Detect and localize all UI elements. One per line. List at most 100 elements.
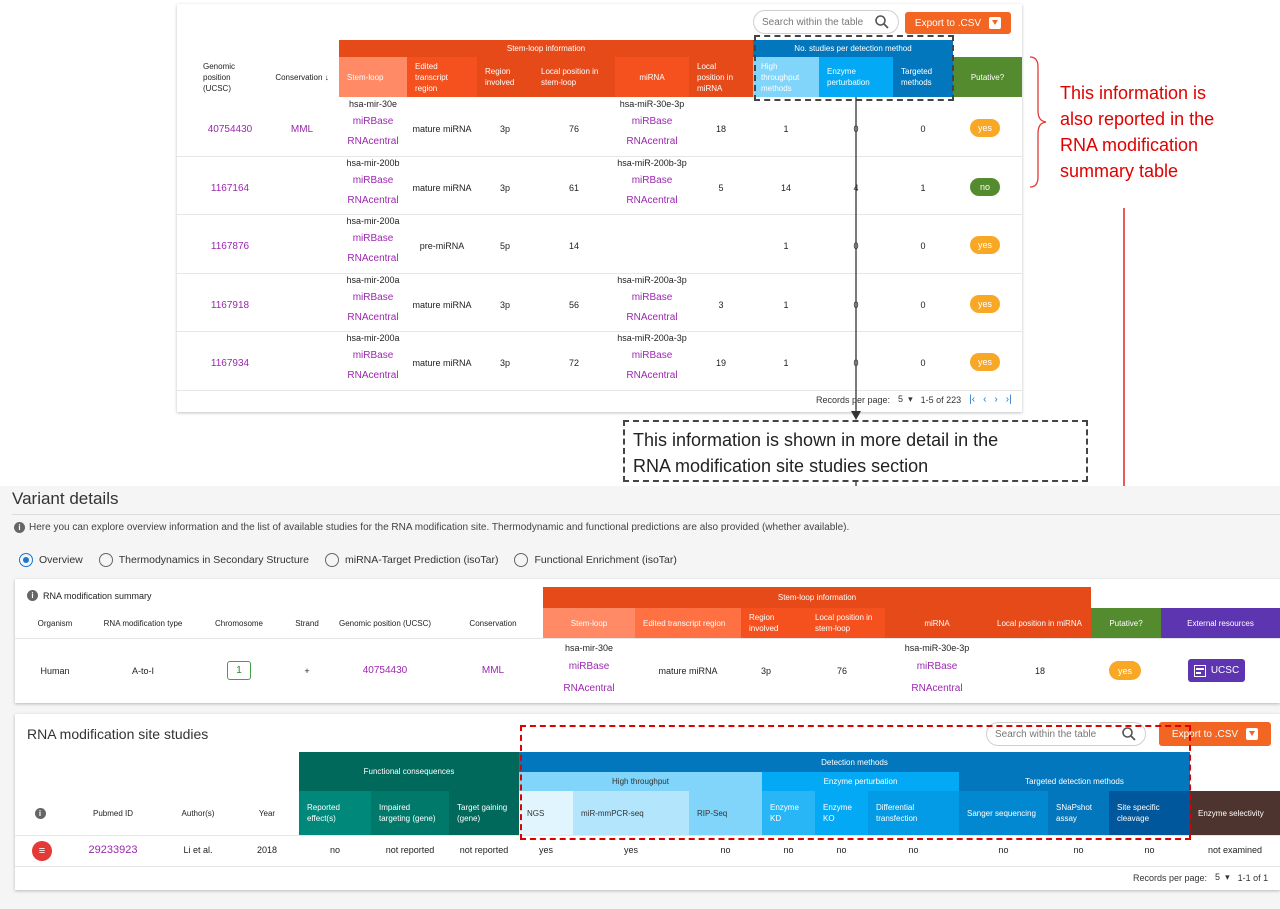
study-authors: Li et al.	[183, 845, 213, 855]
summary-mirna-mirbase-link[interactable]: miRBase	[885, 661, 989, 672]
summary-col-putative: Putative?	[1091, 608, 1161, 638]
last-page-icon[interactable]: ›|	[1006, 394, 1012, 405]
ucsc-button[interactable]: UCSC	[1188, 659, 1245, 682]
row-5-mirna-mirbase-link[interactable]: miRBase	[615, 350, 689, 361]
summary-genomic-link[interactable]: 40754430	[327, 665, 443, 676]
row-divider	[177, 214, 1022, 215]
col-local-position-mirna[interactable]: Local position in miRNA	[689, 57, 753, 97]
row-2-stemloop-mirbase-link[interactable]: miRBase	[339, 175, 407, 186]
first-page-icon[interactable]: |‹	[969, 394, 975, 405]
summary-col-chromosome: Chromosome	[214, 618, 263, 628]
download-icon	[989, 17, 1002, 29]
row-5-mirna-rnacentral-link[interactable]: RNAcentral	[615, 370, 689, 381]
genome-browser-icon	[1193, 664, 1206, 677]
row-2-stemloop: hsa-mir-200b	[346, 157, 400, 168]
top-pager-range: 1-5 of 223	[920, 394, 962, 405]
row-1-mirna-mirbase-link[interactable]: miRBase	[615, 116, 689, 127]
row-4-stemloop-mirbase-link[interactable]: miRBase	[339, 292, 407, 303]
row-1-ht: 1	[783, 124, 789, 134]
row-5-stemloop-rnacentral-link[interactable]: RNAcentral	[339, 370, 407, 381]
summary-col-stemloop: Stem-loop	[543, 608, 635, 638]
top-pager-select[interactable]: 5 ▾	[898, 394, 913, 405]
row-4-ht: 1	[783, 299, 789, 310]
row-1-genomic-position-link[interactable]: 40754430	[195, 124, 265, 135]
rna-modification-summary-card: i RNA modification summary Stem-loop inf…	[15, 579, 1280, 703]
study-gaining: not reported	[459, 845, 509, 855]
caret-down-icon: ▾	[908, 394, 913, 404]
row-5-targeted: 0	[920, 358, 926, 368]
miRNA-sites-table-card: Search within the table Export to .CSV S…	[177, 4, 1022, 412]
radio-mirna-target[interactable]	[325, 553, 340, 567]
summary-localmirna: 18	[1034, 666, 1045, 676]
col-mirna[interactable]: miRNA	[615, 57, 689, 97]
row-3-stemloop-rnacentral-link[interactable]: RNAcentral	[339, 253, 407, 264]
summary-col-organism: Organism	[37, 618, 73, 628]
row-1-mirna-rnacentral-link[interactable]: RNAcentral	[615, 136, 689, 147]
radio-overview[interactable]	[19, 553, 33, 567]
tab-functional-enrichment[interactable]: Functional Enrichment (isoTar)	[534, 554, 676, 566]
row-2-genomic-position-link[interactable]: 1167164	[195, 183, 265, 194]
row-1-conservation-link[interactable]: MML	[265, 124, 339, 135]
col-edited-region[interactable]: Edited transcript region	[407, 57, 477, 97]
row-4-stemloop-rnacentral-link[interactable]: RNAcentral	[339, 312, 407, 323]
col-local-position-stemloop[interactable]: Local position in stem-loop	[533, 57, 615, 97]
row-4-mirna-rnacentral-link[interactable]: RNAcentral	[615, 312, 689, 323]
annotation-summary-note: This information is also reported in the…	[1060, 80, 1214, 184]
col-putative[interactable]: Putative?	[953, 57, 1022, 97]
col-genomic-position[interactable]: Genomic position (UCSC)	[195, 57, 265, 97]
expand-row-icon[interactable]: ≡	[32, 841, 52, 861]
row-1-mirna: hsa-miR-30e-3p	[619, 99, 685, 109]
row-1-stemloop-mirbase-link[interactable]: miRBase	[339, 116, 407, 127]
summary-mirna-rnacentral-link[interactable]: RNAcentral	[885, 683, 989, 694]
row-2-mirna-rnacentral-link[interactable]: RNAcentral	[615, 195, 689, 206]
radio-thermodynamics[interactable]	[98, 553, 113, 567]
row-3-edited: pre-miRNA	[419, 241, 465, 251]
row-2-region: 3p	[499, 182, 510, 193]
col-stemloop[interactable]: Stem-loop	[339, 57, 407, 97]
row-5-stemloop-mirbase-link[interactable]: miRBase	[339, 350, 407, 361]
group-functional: Functional consequences	[299, 752, 519, 791]
summary-stemloop-rnacentral-link[interactable]: RNAcentral	[543, 683, 635, 694]
row-5-genomic-position-link[interactable]: 1167934	[195, 358, 265, 369]
row-4-region: 3p	[499, 299, 510, 310]
prev-page-icon[interactable]: ‹	[983, 394, 986, 405]
next-page-icon[interactable]: ›	[994, 394, 997, 405]
annotation-right-line-2: also reported in the	[1060, 109, 1215, 129]
tab-thermodynamics[interactable]: Thermodynamics in Secondary Structure	[119, 554, 309, 566]
row-5-putative-badge: yes	[970, 353, 1000, 371]
row-divider	[177, 272, 1022, 274]
col-region-involved[interactable]: Region involved	[477, 57, 533, 97]
study-pubmed-link[interactable]: 29233923	[65, 844, 161, 856]
top-search-input[interactable]: Search within the table	[753, 10, 899, 34]
row-2-mirna: hsa-miR-200b-3p	[617, 157, 687, 168]
summary-group-stemloop: Stem-loop information	[543, 587, 1091, 608]
summary-chromosome-badge[interactable]: 1	[227, 661, 251, 680]
summary-conservation-link[interactable]: MML	[443, 665, 543, 676]
variant-info-line: i Here you can explore overview informat…	[14, 522, 849, 533]
row-4-mirna: hsa-miR-200a-3p	[617, 274, 687, 285]
tab-mirna-target[interactable]: miRNA-Target Prediction (isoTar)	[345, 554, 498, 566]
row-2-stemloop-rnacentral-link[interactable]: RNAcentral	[339, 195, 407, 206]
row-4-mirna-mirbase-link[interactable]: miRBase	[615, 292, 689, 303]
row-4-localmirna: 3	[718, 299, 724, 310]
top-export-button[interactable]: Export to .CSV	[905, 12, 1011, 34]
row-3-stemloop-mirbase-link[interactable]: miRBase	[339, 233, 407, 244]
row-1-stemloop-rnacentral-link[interactable]: RNAcentral	[339, 136, 407, 147]
col-gaining: Target gaining (gene)	[449, 791, 519, 835]
col-conservation[interactable]: Conservation ↓	[265, 57, 339, 97]
summary-stemloop-mirbase-link[interactable]: miRBase	[543, 661, 635, 672]
row-5-localpos: 72	[568, 358, 579, 368]
right-brace-icon	[1029, 56, 1047, 188]
studies-pager-select[interactable]: 5 ▾	[1215, 872, 1230, 883]
row-4-targeted: 0	[920, 299, 926, 310]
row-3-genomic-position-link[interactable]: 1167876	[195, 241, 265, 252]
row-2-mirna-mirbase-link[interactable]: miRBase	[615, 175, 689, 186]
row-4-localpos: 56	[568, 299, 579, 310]
row-5-localmirna: 19	[715, 358, 726, 368]
summary-col-localpos: Local position in stem-loop	[807, 608, 885, 638]
row-4-edited: mature miRNA	[412, 299, 472, 310]
tab-overview[interactable]: Overview	[39, 554, 83, 566]
row-4-genomic-position-link[interactable]: 1167918	[195, 300, 265, 311]
radio-functional-enrichment[interactable]	[514, 553, 529, 567]
row-2-localmirna: 5	[718, 182, 724, 193]
